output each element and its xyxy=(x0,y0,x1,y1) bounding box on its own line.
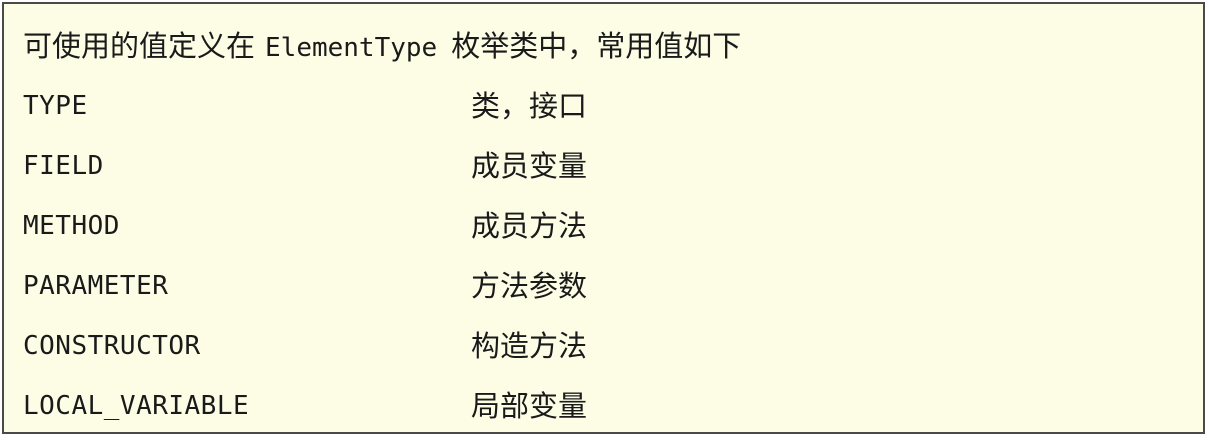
heading-suffix: 枚举类中，常用值如下 xyxy=(451,29,742,63)
note-heading: 可使用的值定义在 ElementType 枚举类中，常用值如下 xyxy=(23,22,741,70)
constant-description: 成员变量 xyxy=(471,149,588,183)
constant-description: 成员方法 xyxy=(471,209,588,243)
constant-name: FIELD xyxy=(23,151,104,181)
constant-name: PARAMETER xyxy=(23,271,169,301)
constant-name: LOCAL_VARIABLE xyxy=(23,391,250,421)
constant-name: METHOD xyxy=(23,211,120,241)
heading-code: ElementType xyxy=(265,33,438,63)
constant-description: 局部变量 xyxy=(471,389,588,423)
note-box: 可使用的值定义在 ElementType 枚举类中，常用值如下 TYPE 类，接口 … xyxy=(2,2,1205,434)
constant-name: CONSTRUCTOR xyxy=(23,331,201,361)
constant-description: 类，接口 xyxy=(471,89,588,123)
constant-description: 方法参数 xyxy=(471,269,588,303)
heading-prefix: 可使用的值定义在 xyxy=(23,29,256,63)
constant-description: 构造方法 xyxy=(471,329,588,363)
constant-name: TYPE xyxy=(23,91,88,121)
